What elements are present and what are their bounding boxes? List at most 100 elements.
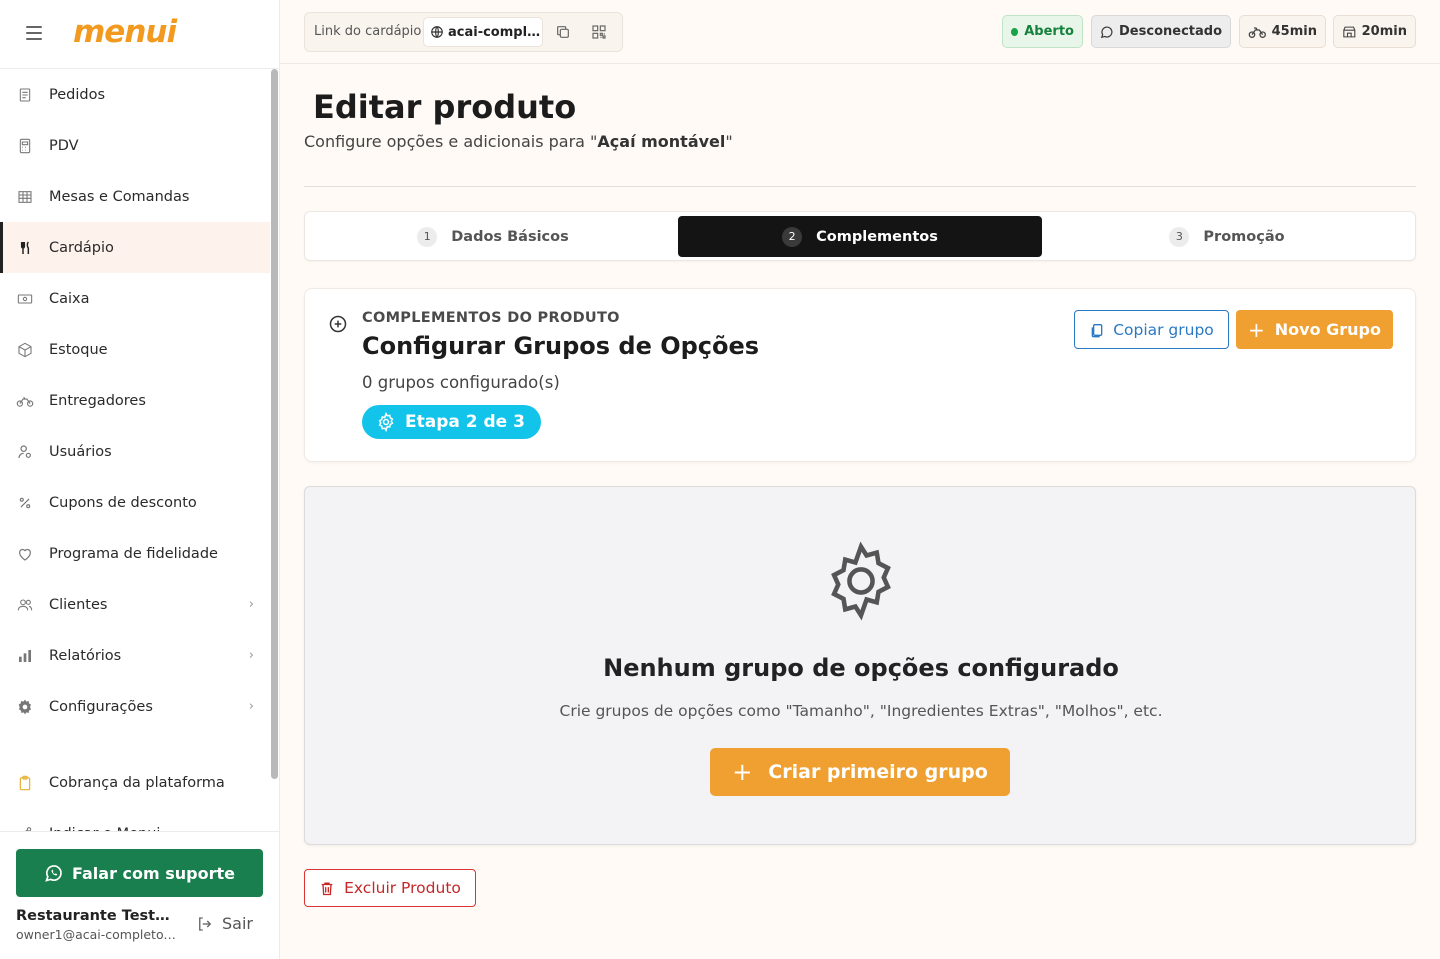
store-status-badge[interactable]: Aberto [1002,15,1083,48]
sidebar-item-label: Cupons de desconto [49,494,197,511]
menu-link-value[interactable]: acai-completo [423,17,543,47]
sidebar-item-cobranca-da-plataforma[interactable]: Cobrança da plataforma [0,757,270,808]
create-first-group-label: Criar primeiro grupo [768,761,988,783]
sidebar-item-cardapio[interactable]: Cardápio [0,222,270,273]
sidebar-item-estoque[interactable]: Estoque [0,324,270,375]
table-icon [16,188,34,206]
sidebar-item-programa-de-fidelidade[interactable]: Programa de fidelidade [0,528,270,579]
whatsapp-status-badge[interactable]: Desconectado [1091,15,1231,48]
sidebar-item-usuarios[interactable]: Usuários [0,426,270,477]
sidebar-item-entregadores[interactable]: Entregadores [0,375,270,426]
pickup-time-label: 20min [1361,24,1407,39]
store-status-label: Aberto [1024,24,1074,39]
sidebar-item-label: PDV [49,137,79,154]
delivery-time-label: 45min [1271,24,1317,39]
sidebar-item-pedidos[interactable]: Pedidos [0,69,270,120]
tab-complementos[interactable]: 2 Complementos [678,216,1042,257]
new-group-button[interactable]: + Novo Grupo [1236,310,1393,349]
pickup-time-badge[interactable]: 20min [1333,15,1416,48]
menu-link-label: Link do cardápio [314,24,422,39]
subtitle-prefix: Configure opções e adicionais para " [304,132,598,151]
sidebar-item-label: Programa de fidelidade [49,545,218,562]
user-gear-icon [16,443,34,461]
empty-state: Nenhum grupo de opções configurado Crie … [304,486,1416,845]
globe-icon [431,26,443,38]
menui-logo[interactable]: menui [73,14,177,50]
chevron-right-icon: › [248,699,254,714]
hamburger-menu-icon[interactable] [26,26,42,40]
delete-product-button[interactable]: Excluir Produto [304,869,476,907]
copy-link-icon[interactable] [553,22,573,42]
whatsapp-icon [1100,25,1113,38]
percent-icon [16,494,34,512]
receipt-icon [16,86,34,104]
product-name: Açaí montável [597,132,726,151]
sidebar-scrollbar[interactable] [271,69,278,779]
chevron-right-icon: › [248,597,254,612]
support-button[interactable]: Falar com suporte [16,849,263,897]
sidebar-item-configuracoes[interactable]: Configurações › [0,681,270,732]
gear-icon [819,539,903,627]
clipboard-icon [16,774,34,792]
create-first-group-button[interactable]: + Criar primeiro grupo [710,748,1010,796]
tab-promocao[interactable]: 3 Promoção [1043,216,1411,257]
trash-icon [321,882,333,895]
plus-circle-icon [328,314,348,338]
card-title: Configurar Grupos de Opções [362,332,760,360]
sidebar-item-label: Caixa [49,290,90,307]
sidebar-item-label: Relatórios [49,647,122,664]
sidebar-item-clientes[interactable]: Clientes › [0,579,270,630]
complements-config-card: COMPLEMENTOS DO PRODUTO Configurar Grupo… [304,288,1416,462]
store-icon [1343,26,1356,37]
step-number: 2 [782,226,803,247]
sidebar-item-mesas-e-comandas[interactable]: Mesas e Comandas [0,171,270,222]
logout-label: Sair [222,914,253,933]
step-label: Promoção [1203,228,1285,245]
qr-code-icon[interactable] [589,22,609,42]
sidebar-item-cupons-de-desconto[interactable]: Cupons de desconto [0,477,270,528]
new-group-label: Novo Grupo [1274,320,1381,339]
cash-icon [16,290,34,308]
sidebar: menui Pedidos PDV Mesas e Comandas Cardápio… [0,0,280,959]
sidebar-item-caixa[interactable]: Caixa [0,273,270,324]
bike-icon [16,392,34,410]
empty-state-title: Nenhum grupo de opções configurado [603,654,1119,682]
copy-group-label: Copiar grupo [1113,320,1214,339]
empty-state-description: Crie grupos de opções como "Tamanho", "I… [559,702,1163,720]
whatsapp-status-label: Desconectado [1119,24,1222,39]
topbar: Link do cardápio acai-completo Aberto De… [280,0,1440,64]
plus-icon: + [1248,317,1265,342]
step-badge-label: Etapa 2 de 3 [405,412,525,432]
sidebar-footer: Falar com suporte Restaurante Teste Açaí… [0,831,279,959]
sidebar-header: menui [0,0,279,69]
step-number: 1 [417,226,438,247]
logout-button[interactable]: Sair [196,914,253,933]
sidebar-item-indicar-o-menui[interactable]: Indicar o Menui [0,808,270,831]
sidebar-item-label: Mesas e Comandas [49,188,190,205]
step-tabs: 1 Dados Básicos 2 Complementos 3 Promoçã… [304,211,1416,261]
delete-product-label: Excluir Produto [344,879,461,897]
step-badge: Etapa 2 de 3 [362,405,541,439]
delivery-time-badge[interactable]: 45min [1239,15,1326,48]
sidebar-item-label: Cobrança da plataforma [49,774,225,791]
step-label: Dados Básicos [451,228,569,245]
tab-dados-basicos[interactable]: 1 Dados Básicos [309,216,677,257]
support-button-label: Falar com suporte [72,863,235,883]
card-eyebrow: COMPLEMENTOS DO PRODUTO [362,310,620,326]
logout-icon [199,916,212,931]
copy-icon [1091,323,1103,337]
restaurant-email: owner1@acai-completo.com [16,927,176,942]
sidebar-item-relatorios[interactable]: Relatórios › [0,630,270,681]
sidebar-item-label: Usuários [49,443,112,460]
status-dot [1011,27,1019,36]
box-icon [16,341,34,359]
sidebar-item-label: Cardápio [49,239,114,256]
copy-group-button[interactable]: Copiar grupo [1074,310,1229,349]
subtitle-suffix: " [725,132,733,151]
users-icon [16,596,34,614]
motorcycle-icon [1248,26,1266,38]
page-subtitle: Configure opções e adicionais para "Açaí… [304,132,733,151]
sidebar-item-pdv[interactable]: PDV [0,120,270,171]
menu-link-text: acai-completo [448,24,542,40]
sidebar-item-label: Configurações [49,698,153,715]
